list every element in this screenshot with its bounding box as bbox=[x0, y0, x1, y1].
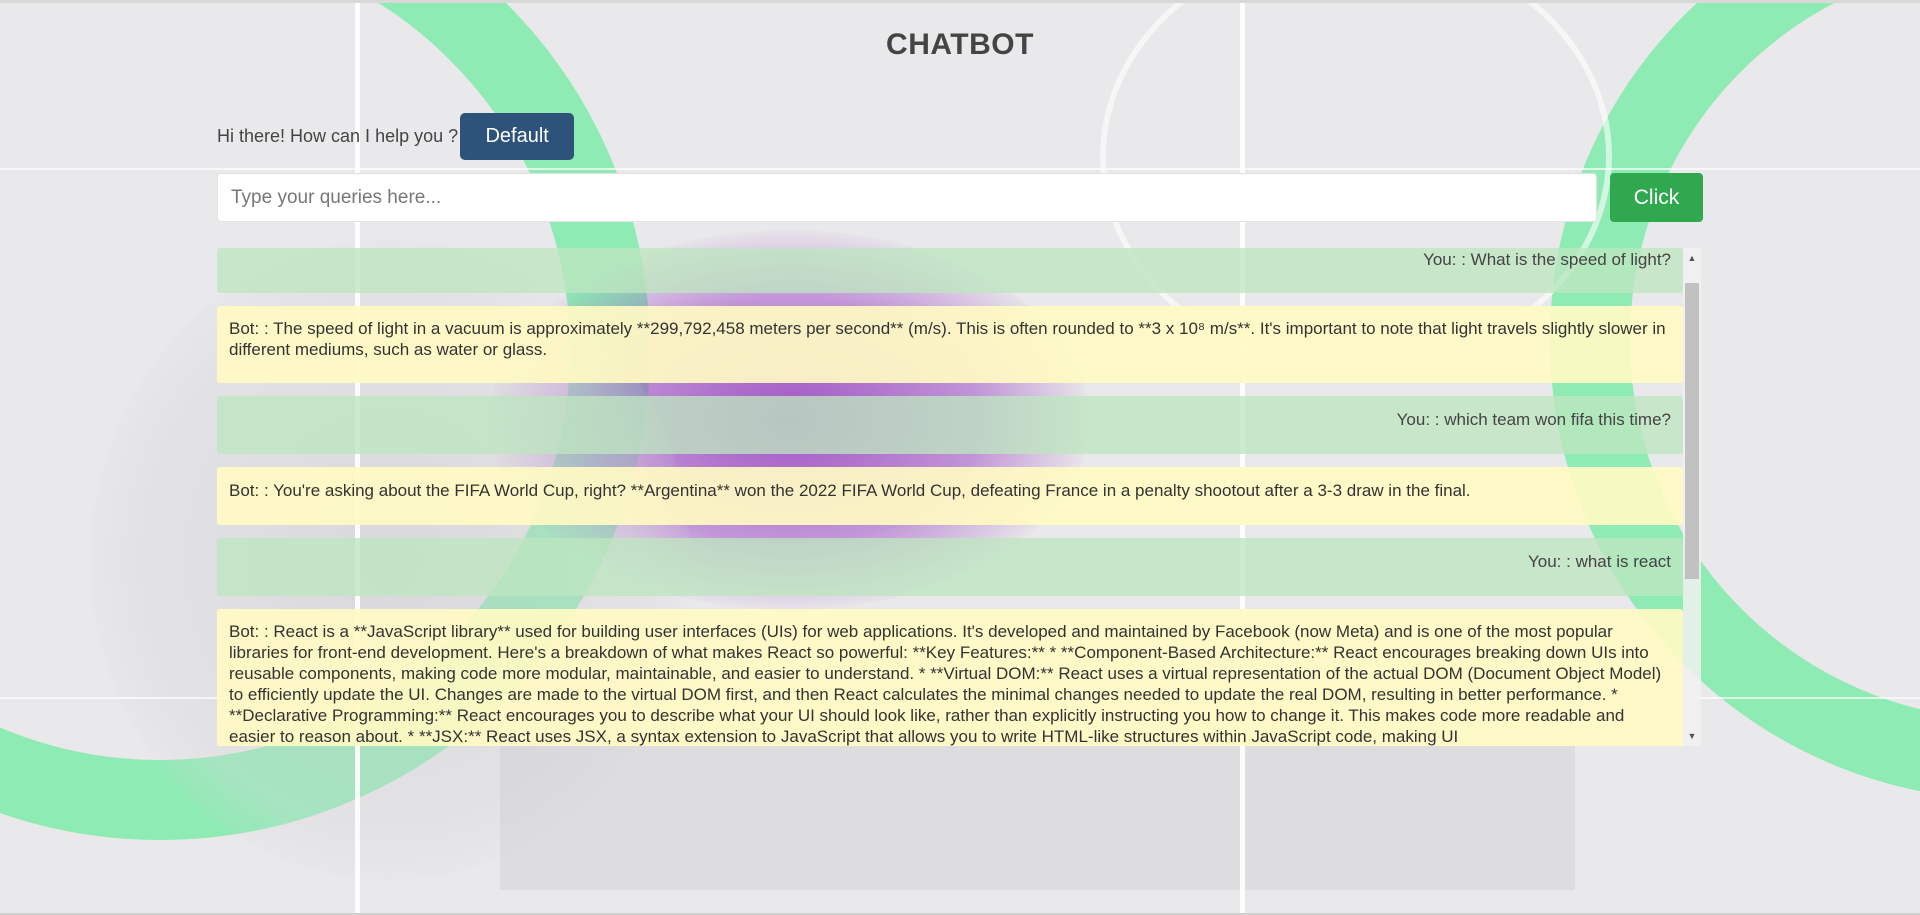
bot-message: Bot: : The speed of light in a vacuum is… bbox=[217, 306, 1683, 383]
default-button[interactable]: Default bbox=[460, 112, 575, 160]
submit-button[interactable]: Click bbox=[1610, 173, 1703, 222]
scrollbar-thumb[interactable] bbox=[1685, 283, 1699, 579]
message-list: You: : What is the speed of light? Bot: … bbox=[217, 248, 1683, 746]
chat-history[interactable]: You: : What is the speed of light? Bot: … bbox=[217, 248, 1701, 746]
page-title: CHATBOT bbox=[886, 28, 1034, 61]
user-message: You: : which team won fifa this time? bbox=[217, 396, 1683, 454]
user-message: You: : what is react bbox=[217, 538, 1683, 596]
bot-message: Bot: : You're asking about the FIFA Worl… bbox=[217, 467, 1683, 525]
bg-panel bbox=[500, 740, 1575, 890]
greeting-row: Hi there! How can I help you ? Default bbox=[217, 112, 575, 160]
triangle-up-icon[interactable]: ▲ bbox=[1683, 250, 1701, 266]
query-row: Click bbox=[217, 173, 1703, 222]
bg-line-h1 bbox=[0, 168, 1920, 170]
user-message: You: : What is the speed of light? bbox=[217, 248, 1683, 293]
window-top-border bbox=[0, 0, 1920, 3]
bot-message: Bot: : React is a **JavaScript library**… bbox=[217, 609, 1683, 746]
triangle-down-icon[interactable]: ▼ bbox=[1683, 728, 1701, 744]
query-input[interactable] bbox=[217, 173, 1597, 222]
chat-scrollbar[interactable]: ▲ ▼ bbox=[1683, 248, 1701, 746]
greeting-text: Hi there! How can I help you ? bbox=[217, 125, 459, 146]
